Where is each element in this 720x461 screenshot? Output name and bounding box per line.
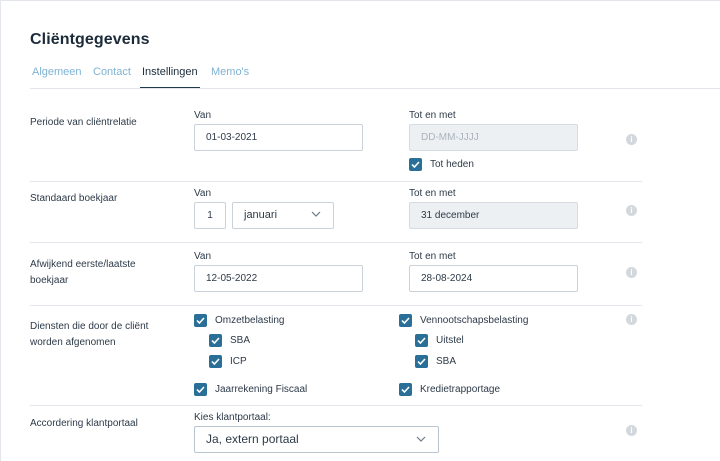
info-icon[interactable]: i [626, 267, 637, 278]
left-border [0, 0, 1, 461]
info-icon[interactable]: i [626, 314, 637, 325]
periode-label: Periode van cliëntrelatie [30, 117, 137, 128]
sba-left-label: SBA [230, 334, 251, 346]
info-icon[interactable]: i [626, 205, 637, 216]
row-divider [30, 405, 642, 406]
check-icon [399, 382, 412, 396]
row-divider [30, 305, 642, 306]
check-icon [415, 354, 428, 368]
check-icon [209, 333, 222, 347]
vennootschapsbelasting-label: Vennootschapsbelasting [420, 314, 529, 326]
klantportaal-select[interactable]: Ja, extern portaal [194, 426, 439, 453]
periode-van-input[interactable]: 01-03-2021 [194, 124, 363, 151]
row-divider [30, 242, 642, 243]
jaarrekening-fiscaal-checkbox[interactable]: Jaarrekening Fiscaal [194, 382, 307, 396]
icp-checkbox[interactable]: ICP [209, 354, 247, 368]
info-icon[interactable]: i [626, 134, 637, 145]
tot-heden-checkbox[interactable]: Tot heden [409, 157, 474, 171]
boekjaar-label: Standaard boekjaar [30, 193, 118, 204]
tabs-divider [30, 88, 720, 89]
sba-right-label: SBA [436, 355, 457, 367]
tab-memos[interactable]: Memo's [211, 64, 249, 89]
check-icon [194, 382, 207, 396]
check-icon [209, 354, 222, 368]
check-icon [194, 313, 207, 327]
chevron-down-icon [311, 211, 321, 217]
top-border [0, 0, 720, 1]
omzetbelasting-checkbox[interactable]: Omzetbelasting [194, 313, 284, 327]
afwijkend-tot-input[interactable]: 28-08-2024 [409, 265, 578, 292]
check-icon [415, 333, 428, 347]
boekjaar-tot-input[interactable]: 31 december [409, 202, 578, 229]
check-icon [399, 313, 412, 327]
sba-left-checkbox[interactable]: SBA [209, 333, 250, 347]
diensten-label-line2: worden afgenomen [30, 337, 116, 348]
boekjaar-maand-select[interactable]: januari [232, 202, 334, 229]
uitstel-checkbox[interactable]: Uitstel [415, 333, 464, 347]
klantportaal-value: Ja, extern portaal [206, 432, 299, 446]
chevron-down-icon [416, 436, 426, 442]
tab-instellingen[interactable]: Instellingen [140, 64, 200, 89]
tab-algemeen[interactable]: Algemeen [32, 64, 82, 89]
afwijkend-label-line2: boekjaar [30, 275, 69, 286]
afwijkend-van-label: Van [194, 251, 212, 262]
klantportaal-label: Accordering klantportaal [30, 418, 138, 429]
klantportaal-field-label: Kies klantportaal: [194, 412, 271, 423]
omzetbelasting-label: Omzetbelasting [215, 314, 285, 326]
check-icon [409, 157, 422, 171]
kredietrapportage-checkbox[interactable]: Kredietrapportage [399, 382, 500, 396]
boekjaar-dag-input[interactable]: 1 [194, 202, 226, 229]
afwijkend-tot-label: Tot en met [409, 251, 456, 262]
tot-heden-label: Tot heden [430, 158, 474, 170]
uitstel-label: Uitstel [436, 334, 464, 346]
sba-right-checkbox[interactable]: SBA [415, 354, 456, 368]
tab-contact[interactable]: Contact [93, 64, 131, 89]
boekjaar-van-label: Van [194, 188, 212, 199]
vennootschapsbelasting-checkbox[interactable]: Vennootschapsbelasting [399, 313, 528, 327]
icp-label: ICP [230, 355, 247, 367]
jaarrekening-fiscaal-label: Jaarrekening Fiscaal [215, 383, 308, 395]
info-icon[interactable]: i [626, 425, 637, 436]
boekjaar-tot-label: Tot en met [409, 188, 456, 199]
boekjaar-maand-value: januari [244, 209, 278, 221]
periode-van-label: Van [194, 110, 212, 121]
kredietrapportage-label: Kredietrapportage [420, 383, 501, 395]
periode-tot-label: Tot en met [409, 110, 456, 121]
periode-tot-input[interactable]: DD-MM-JJJJ [409, 124, 578, 151]
page-title: Cliëntgegevens [30, 31, 150, 48]
afwijkend-van-input[interactable]: 12-05-2022 [194, 265, 363, 292]
row-divider [30, 181, 642, 182]
